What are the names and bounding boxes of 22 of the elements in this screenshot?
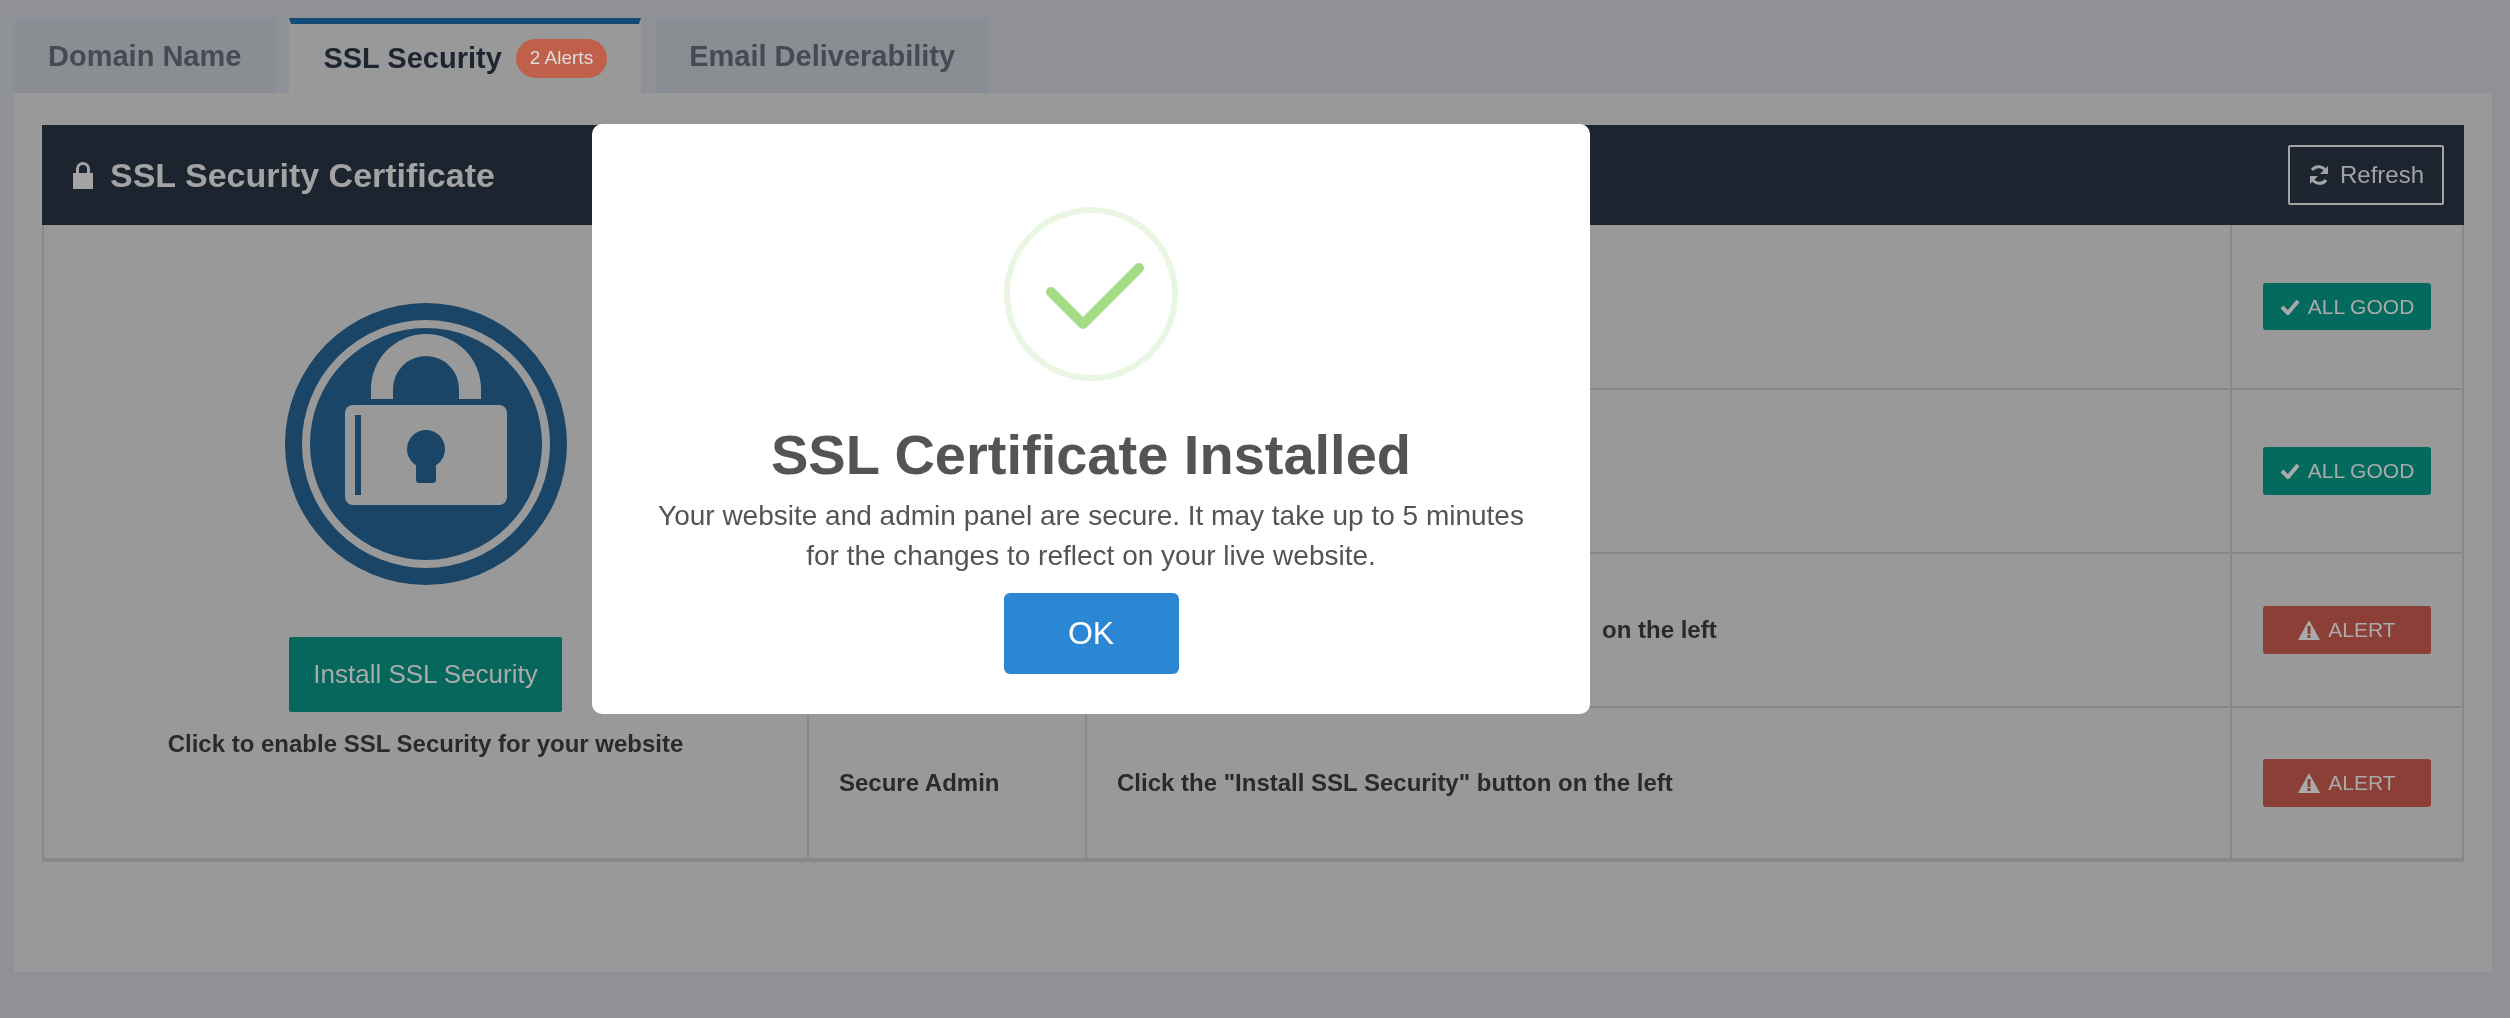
install-ssl-button[interactable]: Install SSL Security <box>289 637 562 712</box>
status-badge: ALERT <box>2263 759 2431 807</box>
warning-icon <box>2298 773 2321 793</box>
refresh-button[interactable]: Refresh <box>2287 145 2444 205</box>
check-icon <box>2279 463 2300 479</box>
dialog-title: SSL Certificate Installed <box>770 424 1412 486</box>
tab[interactable]: Email Deliverability <box>655 18 990 93</box>
refresh-icon <box>2307 164 2330 186</box>
card-title: SSL Security Certificate <box>110 154 495 196</box>
padlock-icon <box>284 303 567 585</box>
status-badge: ALL GOOD <box>2263 282 2431 331</box>
alert-count-badge: 2 Alerts <box>515 39 608 78</box>
install-caption: Click to enable SSL Security for your website <box>167 729 684 759</box>
lock-icon <box>72 161 94 189</box>
ok-button[interactable]: OK <box>1003 592 1179 674</box>
tab[interactable]: Domain Name <box>14 18 276 93</box>
status-badge: ALERT <box>2263 606 2431 654</box>
checkmark-icon <box>1001 204 1181 384</box>
check-icon <box>2279 298 2300 315</box>
warning-icon <box>2298 620 2321 640</box>
tab[interactable]: SSL Security 2 Alerts <box>289 18 642 93</box>
status-badge: ALL GOOD <box>2263 447 2431 495</box>
